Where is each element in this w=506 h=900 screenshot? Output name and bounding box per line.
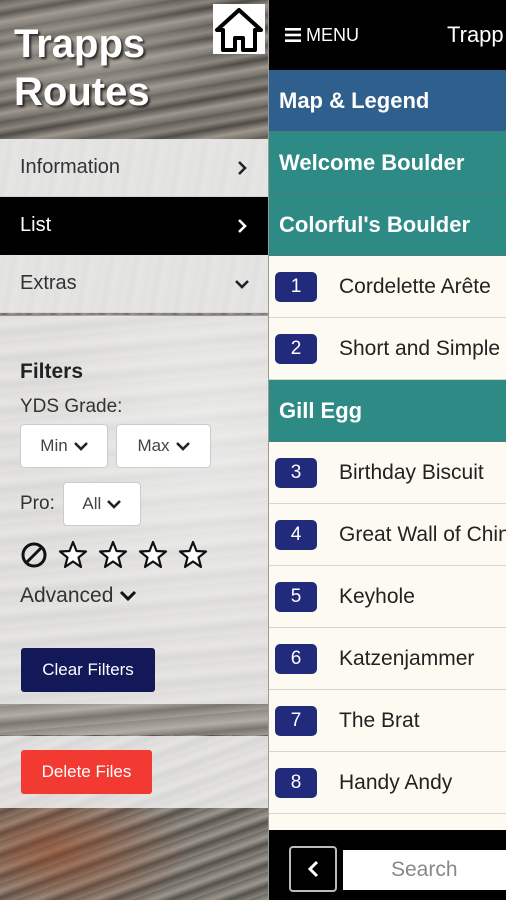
route-name: Handy Andy <box>339 770 453 794</box>
filters-title: Filters <box>20 360 84 383</box>
chevron-down-icon <box>175 442 190 451</box>
page-title: Trapp <box>447 22 504 47</box>
route-list-view: MENU Trapp Map & Legend Welcome Boulder Co… <box>268 0 506 900</box>
menu-item-extras[interactable]: Extras <box>0 255 268 313</box>
hamburger-icon <box>285 28 301 42</box>
route-name: Short and Simple <box>339 336 501 360</box>
back-button[interactable] <box>289 846 337 892</box>
app-title: Trapps Routes <box>14 20 214 116</box>
home-button[interactable] <box>213 4 265 54</box>
menu-item-label: Extras <box>20 272 77 294</box>
route-number-badge: 8 <box>275 767 317 798</box>
star-outline-icon[interactable] <box>58 540 88 570</box>
clear-filters-button[interactable]: Clear Filters <box>21 648 155 692</box>
chevron-down-icon <box>235 279 249 289</box>
section-header[interactable]: Map & Legend <box>269 70 506 132</box>
route-row[interactable]: 7 The Brat <box>269 690 506 752</box>
navigation-drawer: Trapps Routes Information List Extras Fi… <box>0 0 268 900</box>
app-title-line2: Routes <box>14 70 150 114</box>
route-name: The Brat <box>339 708 420 732</box>
grade-max-select[interactable]: Max <box>116 424 211 468</box>
star-rating-filter <box>20 540 268 570</box>
route-name: Keyhole <box>339 584 415 608</box>
pro-label: Pro: <box>20 493 55 514</box>
pro-select[interactable]: All <box>62 482 141 526</box>
grade-min-value: Min <box>40 436 68 455</box>
yds-grade-label: YDS Grade: <box>20 396 123 417</box>
section-label: Welcome Boulder <box>279 149 465 175</box>
route-number-badge: 2 <box>275 333 317 364</box>
no-rating-icon[interactable] <box>20 541 48 569</box>
route-row[interactable]: 3 Birthday Biscuit <box>269 442 506 504</box>
route-number-badge: 4 <box>275 519 317 550</box>
search-input[interactable] <box>343 850 506 890</box>
route-row[interactable]: 5 Keyhole <box>269 566 506 628</box>
menu-item-label: List <box>20 214 52 236</box>
chevron-right-icon <box>238 160 247 175</box>
bottom-bar <box>269 830 506 900</box>
advanced-label: Advanced <box>20 584 114 607</box>
star-outline-icon[interactable] <box>98 540 128 570</box>
section-label: Map & Legend <box>279 87 430 113</box>
app-title-line1: Trapps <box>14 22 146 66</box>
star-outline-icon[interactable] <box>178 540 208 570</box>
menu-item-label: Information <box>20 156 121 178</box>
route-list: Map & Legend Welcome Boulder Colorful's Bo… <box>269 70 506 814</box>
pro-value: All <box>82 494 102 513</box>
section-header[interactable]: Welcome Boulder <box>269 132 506 194</box>
chevron-left-icon <box>307 860 319 878</box>
chevron-right-icon <box>238 218 247 233</box>
delete-files-button[interactable]: Delete Files <box>21 750 152 794</box>
menu-item-information[interactable]: Information <box>0 139 268 197</box>
section-label: Colorful's Boulder <box>279 211 471 237</box>
chevron-down-icon <box>107 500 122 509</box>
section-label: Gill Egg <box>279 397 363 423</box>
route-number-badge: 6 <box>275 643 317 674</box>
route-number-badge: 1 <box>275 271 317 302</box>
route-row[interactable]: 8 Handy Andy <box>269 752 506 814</box>
drawer-menu: Information List Extras <box>0 139 268 313</box>
top-bar: MENU Trapp <box>269 0 506 70</box>
route-row[interactable]: 1 Cordelette Arête <box>269 256 506 318</box>
grade-min-select[interactable]: Min <box>20 424 108 468</box>
route-number-badge: 7 <box>275 705 317 736</box>
route-name: Katzenjammer <box>339 646 475 670</box>
route-name: Great Wall of China <box>339 522 506 546</box>
home-icon <box>213 4 265 54</box>
route-row[interactable]: 4 Great Wall of China <box>269 504 506 566</box>
menu-item-list[interactable]: List <box>0 197 268 255</box>
section-header[interactable]: Colorful's Boulder <box>269 194 506 256</box>
chevron-down-icon <box>73 442 88 451</box>
route-number-badge: 5 <box>275 581 317 612</box>
chevron-down-icon <box>120 590 137 602</box>
grade-max-value: Max <box>137 436 170 455</box>
route-row[interactable]: 6 Katzenjammer <box>269 628 506 690</box>
star-outline-icon[interactable] <box>138 540 168 570</box>
section-header[interactable]: Gill Egg <box>269 380 506 442</box>
menu-label: MENU <box>306 24 359 45</box>
route-number-badge: 3 <box>275 457 317 488</box>
advanced-toggle[interactable]: Advanced <box>20 584 268 608</box>
filters-panel: Filters YDS Grade: Min Max Pro: All Adva… <box>0 316 268 704</box>
route-row[interactable]: 2 Short and Simple <box>269 318 506 380</box>
menu-button[interactable]: MENU <box>269 25 359 46</box>
route-name: Birthday Biscuit <box>339 460 484 484</box>
route-name: Cordelette Arête <box>339 274 491 298</box>
